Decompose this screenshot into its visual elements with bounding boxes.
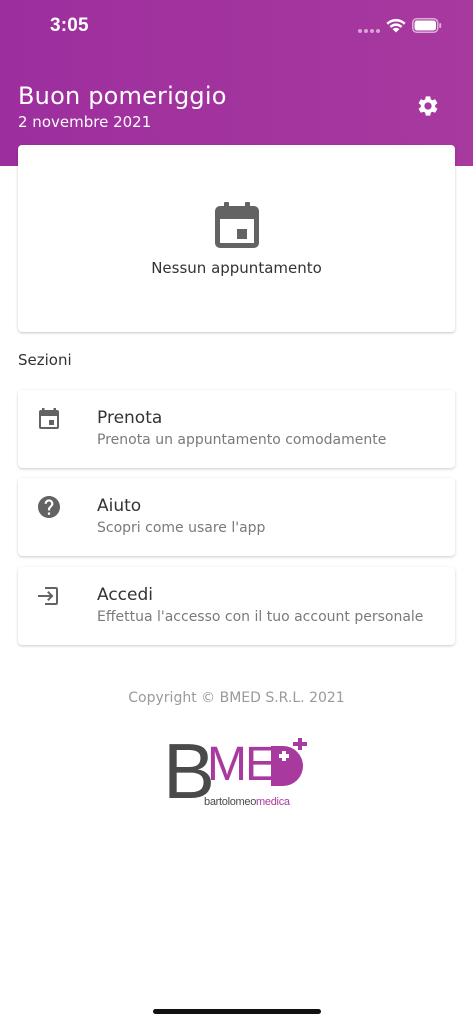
calendar-icon	[39, 408, 59, 429]
no-appointments-text: Nessun appuntamento	[151, 259, 322, 277]
logo-subtitle-grey: bartolomeo	[204, 796, 257, 808]
section-item-subtitle: Scopri come usare l'app	[97, 520, 266, 536]
appointments-card: Nessun appuntamento	[18, 145, 455, 332]
copyright-text: Copyright © BMED S.R.L. 2021	[128, 690, 345, 706]
help-icon	[38, 496, 60, 518]
sections-title: Sezioni	[18, 351, 72, 369]
app-screen: 3:05 Buon pomeriggio 2 novembre 2021 Nes…	[0, 0, 473, 1024]
calendar-icon	[215, 202, 259, 248]
header: 3:05 Buon pomeriggio 2 novembre 2021	[0, 0, 473, 166]
status-time: 3:05	[50, 15, 89, 36]
wifi-icon	[386, 18, 406, 33]
home-indicator[interactable]	[153, 1009, 321, 1014]
section-item-subtitle: Effettua l'accesso con il tuo account pe…	[97, 609, 424, 625]
section-item-accedi[interactable]: Accedi Effettua l'accesso con il tuo acc…	[18, 567, 455, 645]
current-date: 2 novembre 2021	[18, 113, 152, 131]
greeting-title: Buon pomeriggio	[18, 82, 227, 110]
gear-icon	[418, 96, 438, 116]
logo-cross-icon	[271, 738, 307, 786]
logo-subtitle-purple: medica	[256, 796, 290, 808]
battery-icon	[412, 18, 442, 33]
logo-subtitle: bartolomeomedica	[204, 796, 290, 808]
logo-letters-me: ME	[207, 738, 277, 791]
settings-button[interactable]	[414, 92, 442, 120]
section-item-aiuto[interactable]: Aiuto Scopri come usare l'app	[18, 478, 455, 556]
bmed-logo: B ME bartolomeomedica	[163, 732, 313, 810]
section-item-title: Prenota	[97, 408, 163, 428]
section-item-subtitle: Prenota un appuntamento comodamente	[97, 432, 387, 448]
status-bar: 3:05	[0, 0, 473, 56]
section-item-title: Accedi	[97, 585, 153, 605]
section-item-prenota[interactable]: Prenota Prenota un appuntamento comodame…	[18, 390, 455, 468]
section-item-title: Aiuto	[97, 496, 142, 516]
signal-icon	[358, 29, 380, 33]
login-icon	[38, 587, 58, 605]
